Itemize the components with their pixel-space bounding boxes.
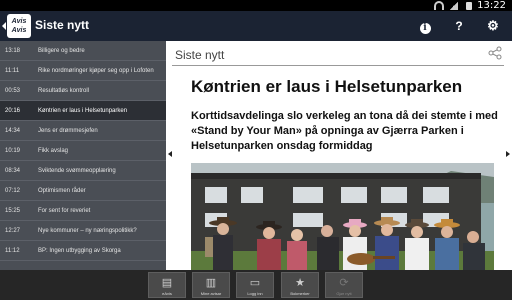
eavis-button[interactable]: ▤ eAvis <box>148 272 186 298</box>
list-item-headline: Optimismen råder <box>38 187 86 194</box>
app-logo[interactable]: Avis Avis <box>7 14 31 38</box>
list-item-headline: Køntrien er laus i Helsetunparken <box>38 107 128 114</box>
list-item-time: 10:19 <box>5 148 21 154</box>
my-newspapers-label: Mine avisar <box>200 291 222 296</box>
bookmarks-button[interactable]: ★ Bokmerker <box>281 272 319 298</box>
login-icon: ▭ <box>249 277 261 289</box>
app-title: Siste nytt <box>35 18 90 32</box>
battery-icon <box>466 2 472 10</box>
list-item[interactable]: 07:12 Optimismen råder <box>0 181 166 201</box>
list-item[interactable]: 10:19 Fikk avslag <box>0 141 166 161</box>
refresh-icon: ⟳ <box>339 277 349 289</box>
list-item-headline: Billigere og bedre <box>38 47 85 54</box>
list-item[interactable]: 08:34 Sviktende svømmeopplæring <box>0 161 166 181</box>
refresh-button[interactable]: ⟳ Gjør nytt <box>325 272 363 298</box>
login-label: Logg inn <box>247 291 263 296</box>
info-button[interactable]: i <box>416 17 434 35</box>
list-item-time: 14:34 <box>5 128 21 134</box>
list-item-time: 07:12 <box>5 188 21 194</box>
list-item[interactable]: 15:25 For sent for reveriet <box>0 201 166 221</box>
status-bar: 13:22 <box>0 0 512 11</box>
settings-icon: ⚙ <box>487 18 499 33</box>
list-item[interactable]: 12:27 Nye kommuner – ny næringspolitikk? <box>0 221 166 241</box>
eavis-label: eAvis <box>162 291 172 296</box>
article-lead: Korttidsavdelinga slo verkeleg an tona d… <box>191 110 498 152</box>
signal-icon <box>449 2 458 10</box>
wifi-icon <box>434 1 444 10</box>
back-icon[interactable] <box>2 22 6 30</box>
list-item-time: 15:25 <box>5 208 21 214</box>
refresh-label: Gjør nytt <box>336 291 352 296</box>
article-photo[interactable] <box>191 163 494 270</box>
list-item-time: 11:12 <box>5 248 20 254</box>
settings-button[interactable]: ⚙ <box>484 17 502 35</box>
list-item-headline: Sviktende svømmeopplæring <box>38 167 116 174</box>
list-item-time: 00:53 <box>5 88 21 94</box>
login-button[interactable]: ▭ Logg inn <box>236 272 274 298</box>
list-item-headline: Nye kommuner – ny næringspolitikk? <box>38 227 137 234</box>
list-item-time: 13:18 <box>5 48 21 54</box>
list-item[interactable]: 00:53 Resultatløs kontroll <box>0 81 166 101</box>
list-item[interactable]: 11:11 Rike nordmøringer kjøper seg opp i … <box>0 61 166 81</box>
help-icon: ? <box>455 19 463 33</box>
list-item-selected[interactable]: 20:16 Køntrien er laus i Helsetunparken <box>0 101 166 121</box>
list-item-headline: Jens er drømmesjefen <box>38 127 98 134</box>
list-item-time: 08:34 <box>5 168 21 174</box>
article-view: Siste nytt Køntrien er laus i Helsetunpa… <box>172 41 504 270</box>
next-article-arrow-icon[interactable] <box>506 151 510 157</box>
list-item-time: 12:27 <box>5 228 21 234</box>
list-item[interactable]: 11:12 BP: Ingen utbygging av Skorga <box>0 241 166 261</box>
info-icon: i <box>419 23 431 34</box>
newspaper-icon: ▤ <box>161 277 173 289</box>
list-item[interactable]: 14:34 Jens er drømmesjefen <box>0 121 166 141</box>
help-button[interactable]: ? <box>450 17 468 35</box>
article-headline: Køntrien er laus i Helsetunparken <box>191 77 463 96</box>
share-icon[interactable] <box>488 46 502 60</box>
newspapers-icon: ▥ <box>205 277 217 289</box>
star-icon: ★ <box>295 277 305 289</box>
status-time: 13:22 <box>477 0 506 11</box>
list-item-headline: Fikk avslag <box>38 147 69 154</box>
section-divider <box>172 65 504 66</box>
list-item-headline: For sent for reveriet <box>38 207 91 214</box>
list-item-time: 11:11 <box>5 68 20 74</box>
list-item-headline: Rike nordmøringer kjøper seg opp i Lofot… <box>38 67 154 74</box>
list-item-headline: BP: Ingen utbygging av Skorga <box>38 247 121 254</box>
section-title: Siste nytt <box>175 48 225 62</box>
app-bar: Avis Avis Siste nytt i ? ⚙ <box>0 11 512 41</box>
bookmarks-label: Bokmerker <box>290 291 310 296</box>
list-item-time: 20:16 <box>5 108 21 114</box>
my-newspapers-button[interactable]: ▥ Mine avisar <box>192 272 230 298</box>
list-item-headline: Resultatløs kontroll <box>38 87 90 94</box>
list-item[interactable]: 13:18 Billigere og bedre <box>0 41 166 61</box>
news-list[interactable]: 13:18 Billigere og bedre 11:11 Rike nordmø… <box>0 41 166 270</box>
